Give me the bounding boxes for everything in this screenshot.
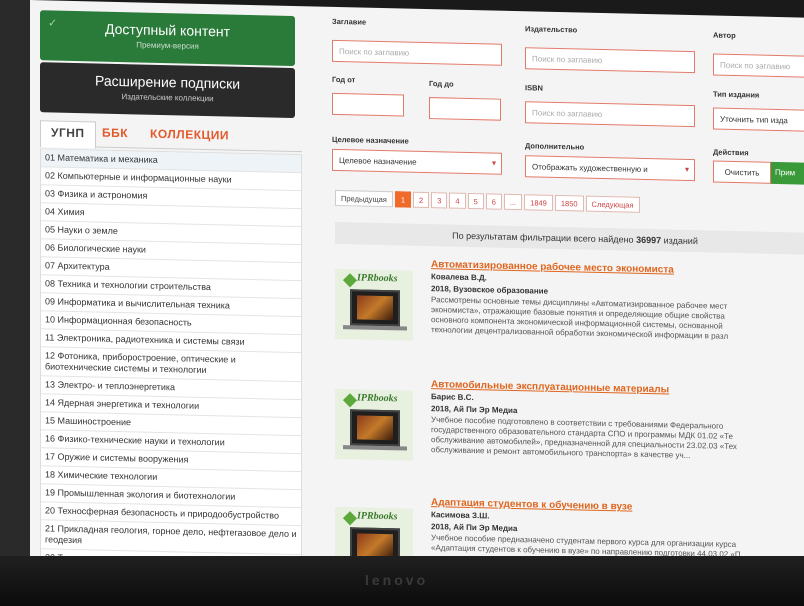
promo-subtitle: Премиум-версия (136, 40, 199, 51)
author-filter-label: Автор (713, 30, 736, 41)
page-button[interactable]: 1849 (524, 194, 553, 211)
book-publisher: 2018, Вузовское образование (431, 284, 549, 296)
book-author: Ковалева В.Д. (431, 272, 487, 283)
promo-title: Доступный контент (104, 20, 231, 40)
chevron-down-icon: ▾ (684, 164, 689, 174)
extra-value: Отображать художественную и (532, 162, 648, 175)
results-suffix: изданий (663, 235, 698, 247)
book-author: Барис В.С. (431, 392, 474, 403)
results-prefix: По результатам фильтрации всего найдено (452, 230, 634, 245)
publisher-logo: IPRbooks (357, 392, 398, 405)
page-button[interactable]: ... (503, 193, 523, 211)
year-from-label: Год от (332, 74, 356, 85)
title-filter-label: Заглавие (332, 16, 367, 27)
year-from-input[interactable] (332, 92, 404, 117)
purpose-value: Целевое назначение (339, 156, 417, 167)
subscription-extension-button[interactable]: Расширение подписки Издательские коллекц… (40, 62, 295, 119)
page-button[interactable]: 1850 (554, 194, 584, 212)
book-publisher: 2018, Ай Пи Эр Медиа (431, 522, 518, 534)
monitor-brand-logo: lenovo (365, 572, 429, 588)
purpose-label: Целевое назначение (332, 134, 409, 146)
clear-button[interactable]: Очистить (713, 160, 771, 184)
year-to-label: Год до (429, 79, 454, 89)
promo-subtitle: Издательские коллекции (121, 92, 214, 104)
book-description: Учебное пособие подготовлено в соответст… (431, 415, 804, 464)
book-publisher: 2018, Ай Пи Эр Медиа (431, 404, 518, 416)
page-button[interactable]: 6 (485, 193, 502, 210)
publisher-logo: IPRbooks (357, 272, 398, 285)
page-button[interactable]: 4 (449, 192, 466, 209)
isbn-label: ISBN (525, 83, 543, 93)
monitor-bezel-left (0, 0, 30, 566)
edition-type-label: Тип издания (713, 89, 760, 100)
prev-page-button[interactable]: Предыдущая (335, 189, 393, 208)
extra-label: Дополнительно (525, 141, 585, 152)
tab-ugnp[interactable]: УГНП (40, 120, 96, 149)
title-search-input[interactable]: Поиск по заглавию (332, 39, 502, 66)
check-icon: ✓ (48, 17, 58, 30)
tab-bbk[interactable]: ББК (102, 126, 128, 141)
screen: ✓ Доступный контент Премиум-версия Расши… (30, 0, 804, 584)
category-list: 01 Математика и механика 02 Компьютерные … (40, 148, 302, 584)
laptop-icon (350, 409, 400, 447)
available-content-button[interactable]: ✓ Доступный контент Премиум-версия (40, 10, 295, 67)
page-button[interactable]: 3 (431, 192, 448, 209)
page-button[interactable]: 2 (413, 191, 430, 209)
results-count: 36997 (636, 234, 662, 246)
book-cover[interactable]: IPRbooks (335, 377, 413, 469)
year-to-input[interactable] (429, 97, 501, 121)
book-item: IPRbooks Автоматизированное рабочее место… (335, 257, 804, 368)
edition-type-select[interactable]: Уточнить тип изда (713, 107, 804, 132)
author-search-input[interactable]: Поиск по заглавию (713, 53, 804, 78)
tab-collections[interactable]: КОЛЛЕКЦИИ (150, 127, 229, 143)
isbn-input[interactable]: Поиск по заглавию (525, 101, 695, 128)
book-author: Касимова З.Ш. (431, 510, 490, 521)
chevron-down-icon: ▾ (491, 158, 496, 168)
publisher-filter-label: Издательство (525, 24, 578, 35)
apply-button[interactable]: Прим (771, 161, 804, 185)
next-page-button[interactable]: Следующая (585, 195, 640, 213)
pagination: Предыдущая 1 2 3 4 5 6... 1849 1850 Следующая (335, 189, 640, 213)
category-tabs: УГНП ББК КОЛЛЕКЦИИ (40, 120, 302, 153)
book-cover[interactable]: IPRbooks (335, 257, 413, 349)
publisher-search-input[interactable]: Поиск по заглавию (525, 47, 695, 74)
purpose-select[interactable]: Целевое назначение ▾ (332, 148, 502, 175)
book-item: IPRbooks Автомобильные эксплуатационные м… (335, 377, 804, 488)
page-button[interactable]: 1 (394, 191, 412, 208)
results-summary: По результатам фильтрации всего найдено … (335, 221, 804, 255)
promo-title: Расширение подписки (94, 72, 241, 92)
publisher-logo: IPRbooks (357, 510, 398, 523)
page-button[interactable]: 5 (467, 192, 484, 210)
laptop-icon (350, 289, 400, 327)
extra-select[interactable]: Отображать художественную и ▾ (525, 155, 695, 182)
actions-label: Действия (713, 147, 749, 158)
book-description: Рассмотрены основные темы дисциплины «Ав… (431, 295, 804, 344)
